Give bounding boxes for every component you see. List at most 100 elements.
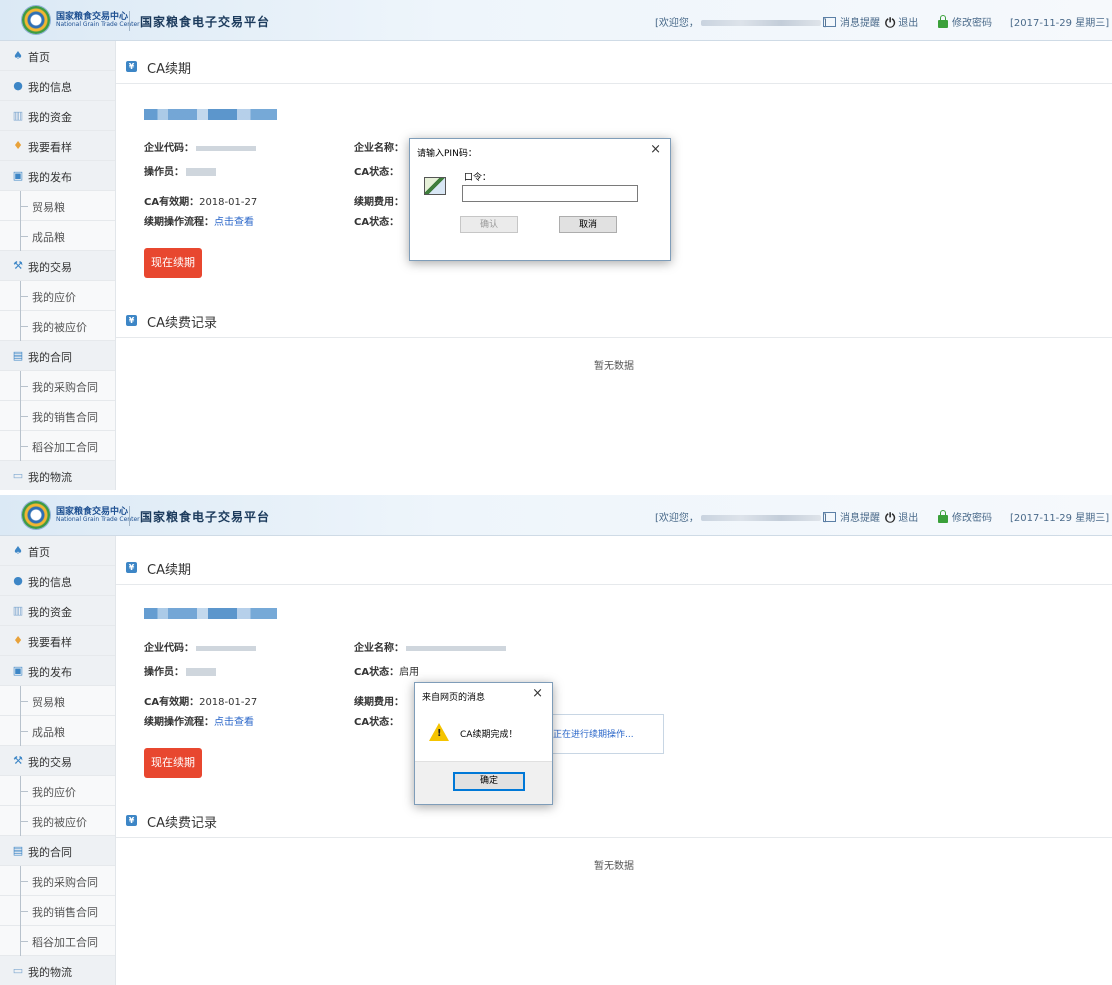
sidebar-item-home[interactable]: ♠ 首页 bbox=[0, 536, 115, 566]
sidebar-item-rice-contracts[interactable]: 稻谷加工合同 bbox=[0, 926, 115, 956]
certificate-icon bbox=[424, 177, 446, 195]
gavel-icon: ⚒ bbox=[13, 259, 23, 272]
messages-link[interactable]: 消息提醒 bbox=[823, 509, 880, 524]
close-icon[interactable]: × bbox=[650, 142, 661, 158]
company-code-field: 企业代码： bbox=[144, 142, 256, 156]
section-title-renew: CA续期 bbox=[147, 62, 191, 77]
power-icon: ⏻ bbox=[885, 510, 896, 526]
mail-icon bbox=[823, 17, 836, 27]
sidebar-item-finished-grain[interactable]: 成品粮 bbox=[0, 221, 115, 251]
sidebar-item-inspection[interactable]: ♦ 我要看样 bbox=[0, 131, 115, 161]
home-icon: ♠ bbox=[13, 49, 23, 62]
sidebar-item-received-bids[interactable]: 我的被应价 bbox=[0, 806, 115, 836]
header-divider bbox=[129, 506, 130, 526]
section-divider bbox=[116, 337, 1112, 338]
ca-valid-field: CA有效期：2018-01-27 bbox=[144, 197, 258, 208]
contract-icon: ▤ bbox=[12, 349, 24, 362]
redacted-value bbox=[196, 645, 256, 651]
lock-icon bbox=[938, 510, 948, 523]
top-bar: 国家粮食交易中心 National Grain Trade Center 国家粮… bbox=[0, 0, 1112, 41]
renew-now-button[interactable]: 现在续期 bbox=[144, 248, 202, 278]
logout-link[interactable]: ⏻ 退出 bbox=[885, 14, 918, 31]
renew-fee-field: 续期费用： bbox=[354, 197, 404, 208]
truck-icon: ▭ bbox=[12, 964, 24, 977]
sidebar-item-purchase-contracts[interactable]: 我的采购合同 bbox=[0, 371, 115, 401]
messages-link[interactable]: 消息提醒 bbox=[823, 14, 880, 29]
sidebar-item-my-publish[interactable]: ▣ 我的发布 bbox=[0, 656, 115, 686]
ca-status-field-2: CA状态： bbox=[354, 717, 400, 728]
sidebar-item-sales-contracts[interactable]: 我的销售合同 bbox=[0, 401, 115, 431]
operator-field: 操作员： bbox=[144, 666, 216, 680]
alert-ok-button[interactable]: 确定 bbox=[453, 772, 525, 791]
sidebar-item-finished-grain[interactable]: 成品粮 bbox=[0, 716, 115, 746]
redacted-value bbox=[196, 145, 256, 151]
inspect-icon: ♦ bbox=[13, 634, 23, 647]
renew-now-button[interactable]: 现在续期 bbox=[144, 748, 202, 778]
sidebar-item-my-funds[interactable]: ▥ 我的资金 bbox=[0, 101, 115, 131]
sidebar-item-received-bids[interactable]: 我的被应价 bbox=[0, 311, 115, 341]
welcome-text: [欢迎您，] bbox=[655, 513, 827, 524]
renew-flow-link[interactable]: 点击查看 bbox=[214, 717, 254, 728]
sidebar-item-my-bids[interactable]: 我的应价 bbox=[0, 776, 115, 806]
renew-flow-link[interactable]: 点击查看 bbox=[214, 217, 254, 228]
truck-icon: ▭ bbox=[12, 469, 24, 482]
date-text: [2017-11-29 星期三] bbox=[1010, 513, 1110, 524]
password-label: 口令： bbox=[464, 173, 492, 183]
lock-icon bbox=[938, 15, 948, 28]
sidebar-item-my-bids[interactable]: 我的应价 bbox=[0, 281, 115, 311]
inspect-icon: ♦ bbox=[13, 139, 23, 152]
pin-input[interactable] bbox=[462, 185, 638, 202]
section-title-records: CA续费记录 bbox=[147, 816, 217, 831]
logout-link[interactable]: ⏻ 退出 bbox=[885, 509, 918, 526]
redacted-value bbox=[406, 645, 506, 651]
logo-emblem-icon bbox=[22, 6, 50, 34]
sidebar-item-my-info[interactable]: ● 我的信息 bbox=[0, 566, 115, 596]
renew-fee-field: 续期费用： bbox=[354, 697, 404, 708]
section-icon: ¥ bbox=[126, 315, 137, 326]
company-name-redacted bbox=[144, 608, 277, 619]
user-icon: ● bbox=[13, 79, 23, 92]
sidebar-item-trade-grain[interactable]: 贸易粮 bbox=[0, 686, 115, 716]
sidebar-item-my-funds[interactable]: ▥ 我的资金 bbox=[0, 596, 115, 626]
section-title-records: CA续费记录 bbox=[147, 316, 217, 331]
gavel-icon: ⚒ bbox=[13, 754, 23, 767]
redacted-value bbox=[186, 168, 216, 176]
alert-footer: 确定 bbox=[415, 761, 552, 804]
close-icon[interactable]: × bbox=[532, 686, 543, 702]
sidebar-item-trade-grain[interactable]: 贸易粮 bbox=[0, 191, 115, 221]
sidebar-item-my-trade[interactable]: ⚒ 我的交易 bbox=[0, 746, 115, 776]
company-name-field: 企业名称： bbox=[354, 143, 404, 154]
alert-dialog-title: 来自网页的消息 bbox=[422, 693, 486, 703]
change-password-link[interactable]: 修改密码 bbox=[938, 509, 992, 524]
sidebar-item-inspection[interactable]: ♦ 我要看样 bbox=[0, 626, 115, 656]
publish-icon: ▣ bbox=[12, 169, 24, 182]
operator-field: 操作员： bbox=[144, 166, 216, 180]
logo-emblem-icon bbox=[22, 501, 50, 529]
alert-dialog: 来自网页的消息 × ! CA续期完成！ 确定 bbox=[414, 682, 553, 805]
sidebar-item-my-info[interactable]: ● 我的信息 bbox=[0, 71, 115, 101]
sidebar-item-my-contracts[interactable]: ▤ 我的合同 bbox=[0, 341, 115, 371]
sidebar-item-logistics[interactable]: ▭ 我的物流 bbox=[0, 461, 115, 490]
sidebar-item-my-publish[interactable]: ▣ 我的发布 bbox=[0, 161, 115, 191]
mail-icon bbox=[823, 512, 836, 522]
sidebar-item-my-contracts[interactable]: ▤ 我的合同 bbox=[0, 836, 115, 866]
ca-status-field: CA状态： bbox=[354, 167, 400, 178]
section-divider bbox=[116, 837, 1112, 838]
user-icon: ● bbox=[13, 574, 23, 587]
pin-cancel-button[interactable]: 取消 bbox=[559, 216, 617, 233]
platform-title: 国家粮食电子交易平台 bbox=[140, 510, 271, 524]
sidebar-item-my-trade[interactable]: ⚒ 我的交易 bbox=[0, 251, 115, 281]
sidebar-item-home[interactable]: ♠ 首页 bbox=[0, 41, 115, 71]
top-bar: 国家粮食交易中心 National Grain Trade Center 国家粮… bbox=[0, 495, 1112, 536]
sidebar-item-purchase-contracts[interactable]: 我的采购合同 bbox=[0, 866, 115, 896]
section-icon: ¥ bbox=[126, 61, 137, 72]
sidebar-item-sales-contracts[interactable]: 我的销售合同 bbox=[0, 896, 115, 926]
change-password-link[interactable]: 修改密码 bbox=[938, 14, 992, 29]
alert-message: CA续期完成！ bbox=[460, 730, 518, 740]
sidebar-item-logistics[interactable]: ▭ 我的物流 bbox=[0, 956, 115, 985]
sidebar-item-rice-contracts[interactable]: 稻谷加工合同 bbox=[0, 431, 115, 461]
warning-mark: ! bbox=[437, 728, 442, 739]
pin-confirm-button[interactable]: 确认 bbox=[460, 216, 518, 233]
ca-status-field: CA状态：启用 bbox=[354, 667, 420, 678]
section-divider bbox=[116, 584, 1112, 585]
